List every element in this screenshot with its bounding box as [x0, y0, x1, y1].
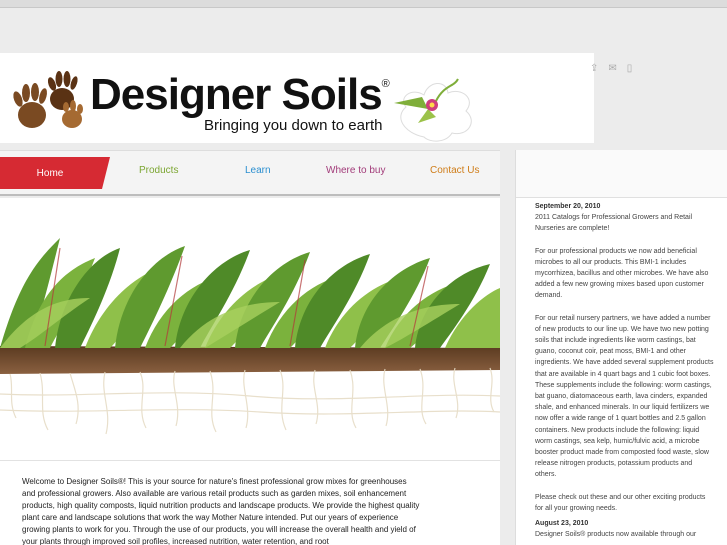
- share-icon[interactable]: ⇪: [590, 62, 598, 76]
- brand-title: Designer Soils®: [90, 70, 390, 119]
- nav-contact-us[interactable]: Contact Us: [430, 165, 479, 176]
- news-paragraph: 2011 Catalogs for Professional Growers a…: [535, 214, 693, 233]
- news-list: September 20, 2010 2011 Catalogs for Pro…: [516, 198, 727, 540]
- news-date: September 20, 2010: [535, 203, 601, 210]
- mail-icon[interactable]: ✉: [608, 62, 616, 76]
- browser-top-bar: [0, 0, 727, 8]
- nav-home[interactable]: Home: [0, 157, 100, 189]
- flower-logo-icon: [394, 78, 472, 142]
- hero-plants-image: [0, 198, 500, 460]
- news-item: August 23, 2010 Designer Soils® products…: [535, 518, 715, 540]
- nav-where-to-buy[interactable]: Where to buy: [326, 165, 385, 176]
- brand-tagline: Bringing you down to earth: [204, 117, 383, 134]
- intro-section: Welcome to Designer Soils®! This is your…: [0, 460, 500, 545]
- utility-icons: ⇪ ✉ ▯: [590, 62, 632, 76]
- news-paragraph: For our professional products we now add…: [535, 247, 709, 300]
- nav-products[interactable]: Products: [139, 165, 178, 176]
- news-paragraph: Designer Soils® products now available t…: [535, 531, 697, 539]
- print-icon[interactable]: ▯: [627, 62, 633, 76]
- site-header: Designer Soils® Bringing you down to ear…: [0, 53, 594, 143]
- news-paragraph: Please check out these and our other exc…: [535, 493, 706, 512]
- news-item: September 20, 2010 2011 Catalogs for Pro…: [535, 201, 715, 514]
- main-navigation: Home Products Learn Where to buy Contact…: [0, 150, 500, 196]
- news-paragraph: For our retail nursery partners, we have…: [535, 314, 714, 479]
- nav-learn[interactable]: Learn: [245, 165, 271, 176]
- news-sidebar-header: [516, 150, 727, 198]
- news-date: August 23, 2010: [535, 520, 589, 528]
- handprints-logo-icon: [13, 71, 83, 128]
- intro-text: Welcome to Designer Soils®! This is your…: [22, 477, 420, 545]
- news-sidebar: September 20, 2010 2011 Catalogs for Pro…: [515, 150, 727, 545]
